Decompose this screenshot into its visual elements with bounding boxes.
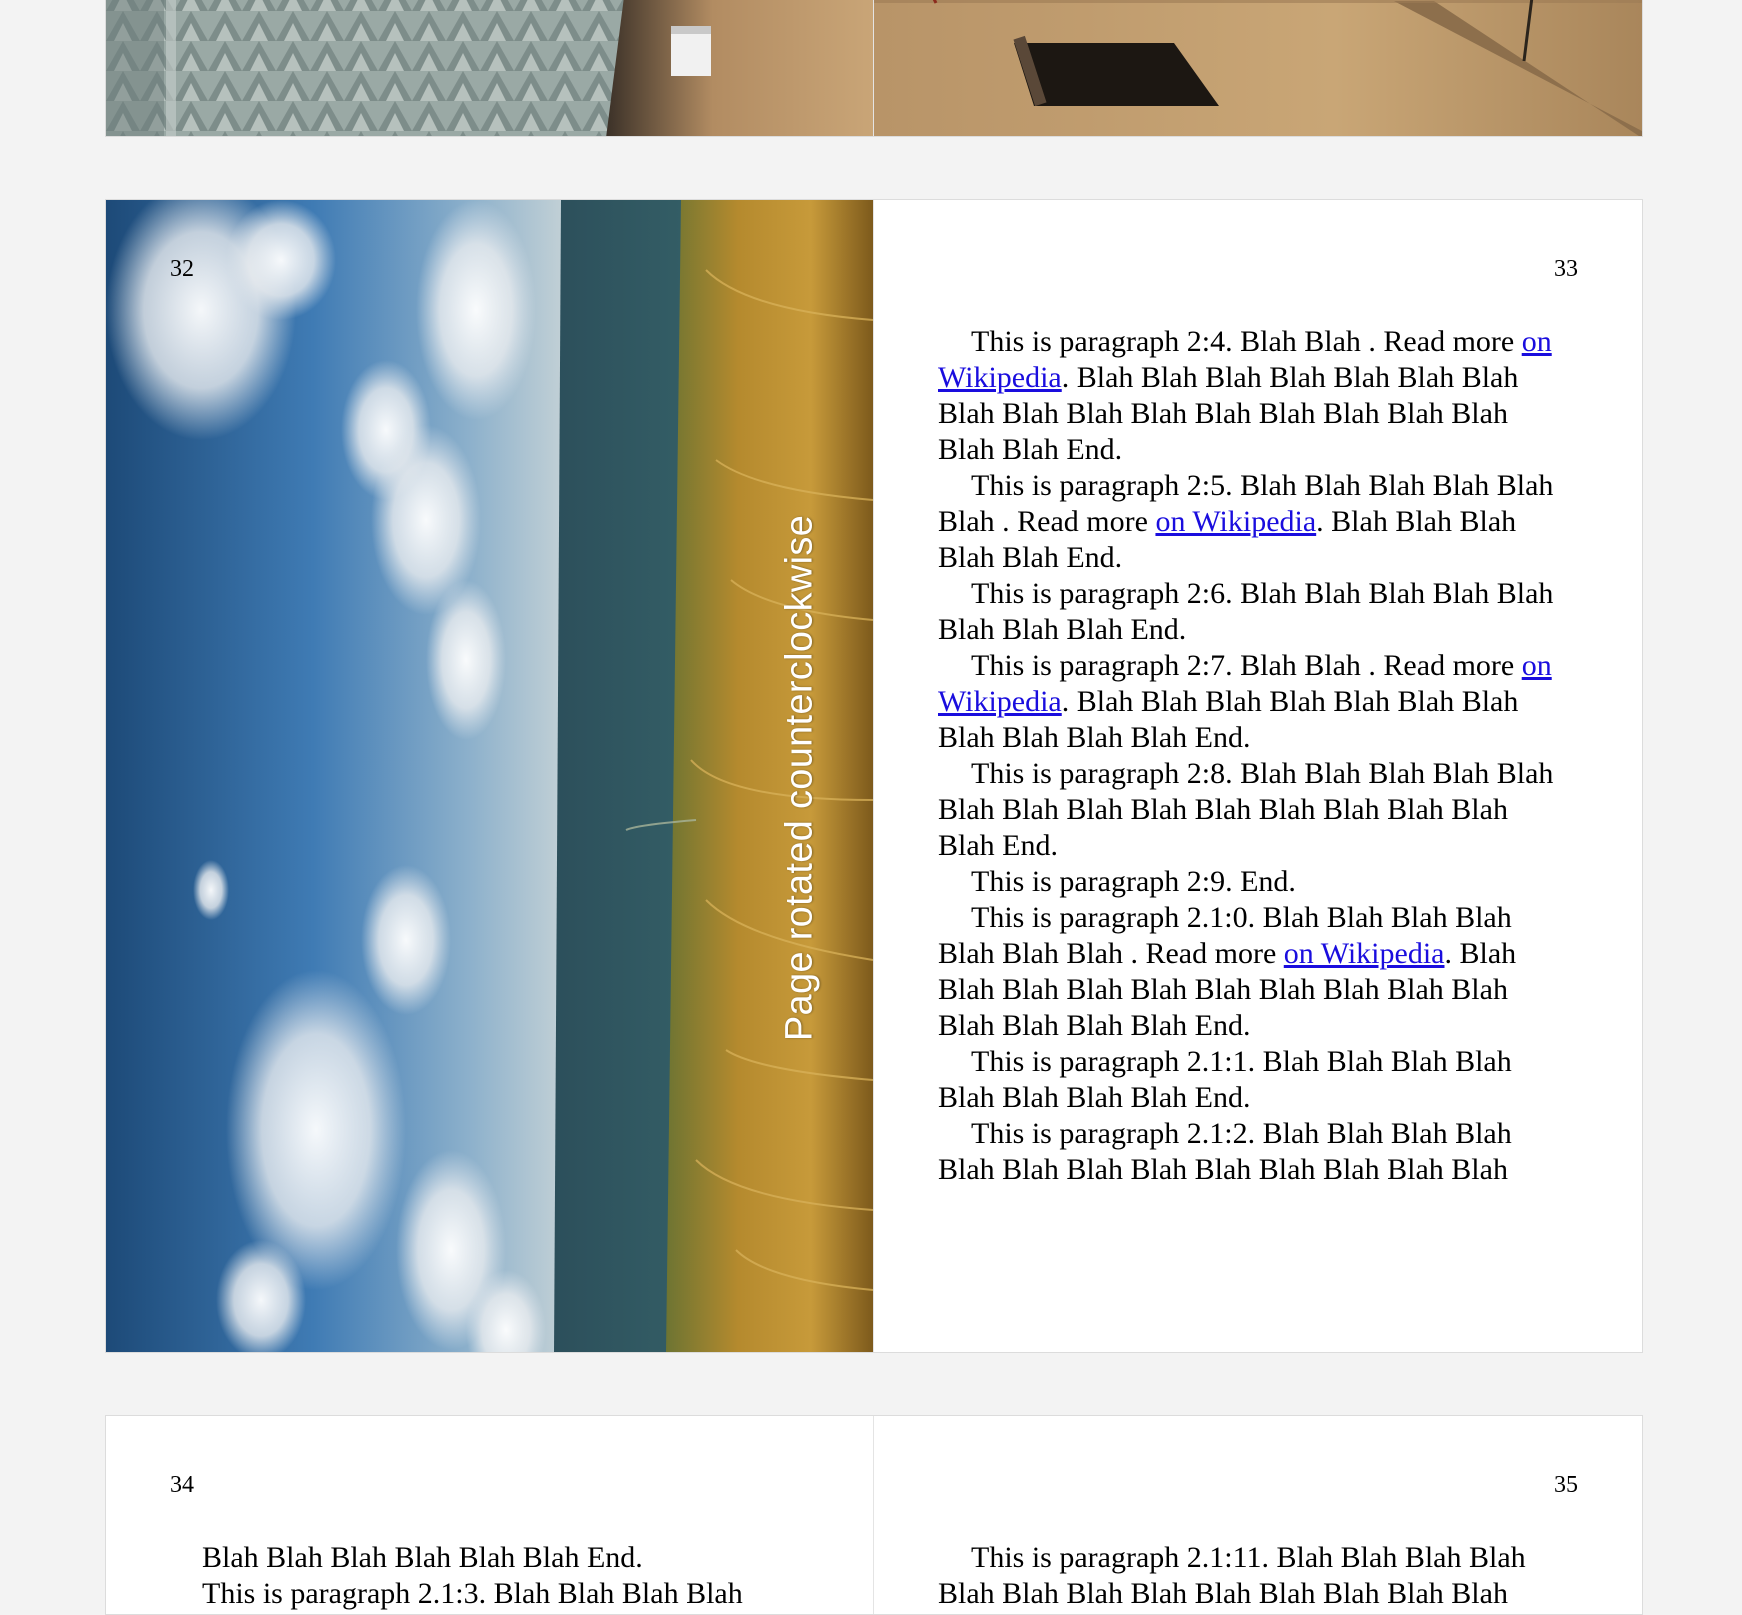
page-body-text: Blah Blah Blah Blah Blah Blah End. This …	[202, 1540, 822, 1612]
paragraph: This is paragraph 2.1:2. Blah Blah Blah …	[938, 1117, 1512, 1186]
page-32: 32 Page rotated counterclockwise	[106, 200, 873, 1352]
page-spread-34-35: 34 Blah Blah Blah Blah Blah Blah End. Th…	[105, 1415, 1643, 1615]
wikipedia-link[interactable]: on Wikipedia	[1284, 937, 1445, 970]
page-left-rotated-photo	[106, 0, 873, 136]
paragraph: This is paragraph 2:5. Blah Blah Blah Bl…	[938, 469, 1554, 574]
page-spread-32-33: 32 Page rotated counterclockwise 33 This…	[105, 199, 1643, 1353]
paragraph: This is paragraph 2.1:0. Blah Blah Blah …	[938, 901, 1517, 1042]
page-number: 35	[1554, 1472, 1578, 1498]
page-body-text: This is paragraph 2.1:11. Blah Blah Blah…	[938, 1540, 1558, 1612]
paragraph: This is paragraph 2:9. End.	[971, 865, 1296, 898]
paragraph: This is paragraph 2:6. Blah Blah Blah Bl…	[938, 577, 1554, 646]
page-number: 32	[170, 256, 194, 282]
rotated-photo-top-left	[106, 0, 873, 136]
page-spread-30-31	[105, 0, 1643, 137]
spread-gutter	[873, 200, 874, 1352]
page-34: 34 Blah Blah Blah Blah Blah Blah End. Th…	[106, 1416, 873, 1614]
spread-gutter	[873, 0, 874, 136]
paragraph: This is paragraph 2.1:11. Blah Blah Blah…	[971, 1541, 1526, 1574]
rotated-photo-top-right	[874, 0, 1642, 136]
page-number: 33	[1554, 256, 1578, 282]
paragraph-continuation: Blah Blah Blah Blah Blah Blah End.	[202, 1541, 643, 1574]
page-35: 35 This is paragraph 2.1:11. Blah Blah B…	[874, 1416, 1642, 1614]
page-number: 34	[170, 1472, 194, 1498]
paragraph: This is paragraph 2:7. Blah Blah . Read …	[938, 649, 1552, 754]
page-33: 33 This is paragraph 2:4. Blah Blah . Re…	[874, 200, 1642, 1352]
paragraph: This is paragraph 2.1:3. Blah Blah Blah …	[202, 1577, 743, 1610]
paragraph: This is paragraph 2.1:1. Blah Blah Blah …	[938, 1045, 1512, 1114]
landscape-photo-sky-sea-grass	[106, 200, 873, 1352]
page-body-text: This is paragraph 2:4. Blah Blah . Read …	[938, 324, 1558, 1188]
spread-gutter	[873, 1416, 874, 1614]
paragraph: This is paragraph 2:4. Blah Blah . Read …	[938, 325, 1552, 466]
rotated-page-caption: Page rotated counterclockwise	[778, 514, 821, 1042]
page-right-rotated-photo	[874, 0, 1642, 136]
paragraph-line: Blah Blah Blah Blah Blah Blah Blah Blah …	[938, 1577, 1508, 1610]
wikipedia-link[interactable]: on Wikipedia	[1155, 505, 1316, 538]
paragraph: This is paragraph 2:8. Blah Blah Blah Bl…	[938, 757, 1554, 862]
